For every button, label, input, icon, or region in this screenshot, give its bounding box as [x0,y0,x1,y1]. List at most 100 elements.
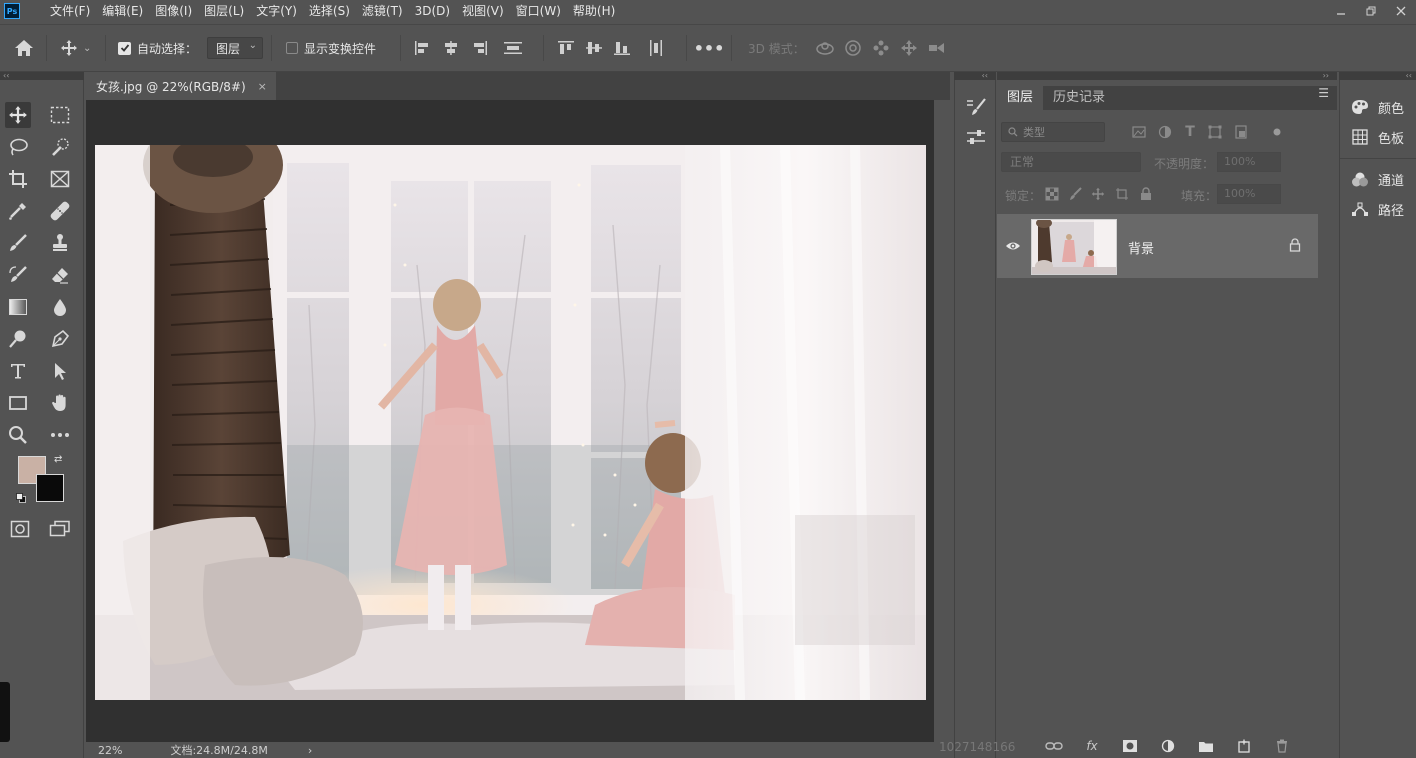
gradient-tool-icon[interactable] [5,294,31,320]
3d-slide-icon[interactable] [895,34,923,62]
close-tab-icon[interactable]: × [258,80,267,93]
align-bottom-icon[interactable] [608,34,636,62]
align-horizontal-center-icon[interactable] [437,34,465,62]
lock-all-icon[interactable] [1137,185,1155,203]
panel-color[interactable]: 颜色 [1350,94,1404,120]
align-right-icon[interactable] [465,34,493,62]
layers-collapse-strip[interactable]: ›› [997,72,1337,80]
screen-mode-icon[interactable] [47,516,73,542]
eyedropper-tool-icon[interactable] [5,198,31,224]
menu-filter[interactable]: 滤镜(T) [356,0,409,22]
frame-tool-icon[interactable] [47,166,73,192]
menu-type[interactable]: 文字(Y) [250,0,303,22]
panel-paths[interactable]: 路径 [1350,196,1404,222]
align-top-icon[interactable] [552,34,580,62]
menu-window[interactable]: 窗口(W) [510,0,567,22]
layer-name[interactable]: 背景 [1128,238,1154,257]
more-options-icon[interactable]: ••• [694,34,725,62]
minimize-icon[interactable] [1326,0,1356,22]
tab-layers[interactable]: 图层 [997,86,1044,110]
show-transform-controls-checkbox[interactable] [286,42,299,54]
background-color-swatch[interactable] [36,474,64,502]
panel-collapse-strip[interactable]: ‹‹ [954,72,996,80]
panel-channels[interactable]: 通道 [1350,166,1404,192]
right-panels-collapse-strip[interactable]: ‹‹ [1339,72,1416,80]
lock-image-pixels-icon[interactable] [1067,185,1085,203]
marquee-tool-icon[interactable] [47,102,73,128]
zoom-tool-icon[interactable] [5,422,31,448]
link-layers-icon[interactable] [1035,736,1073,756]
chevron-down-icon[interactable]: ⌄ [83,43,97,54]
new-layer-icon[interactable] [1225,736,1263,756]
add-layer-style-icon[interactable]: fx [1073,736,1111,756]
lasso-tool-icon[interactable] [5,134,31,160]
menu-image[interactable]: 图像(I) [149,0,198,22]
pixel-layer-filter-icon[interactable] [1131,124,1147,140]
blend-mode-dropdown[interactable]: 正常 [1001,152,1141,172]
new-group-folder-icon[interactable] [1187,736,1225,756]
menu-3d[interactable]: 3D(D) [409,0,456,22]
filter-toggle-icon[interactable] [1269,124,1285,140]
layer-thumbnail[interactable] [1031,219,1117,275]
adjustment-layer-filter-icon[interactable] [1157,124,1173,140]
path-selection-tool-icon[interactable] [47,358,73,384]
history-brush-tool-icon[interactable] [5,262,31,288]
layer-filter-dropdown[interactable]: 类型 [1001,122,1105,142]
auto-select-target-dropdown[interactable]: 图层 ⌄ [207,37,264,59]
smart-object-filter-icon[interactable] [1233,124,1249,140]
delete-layer-icon[interactable] [1263,736,1301,756]
clone-stamp-tool-icon[interactable] [47,230,73,256]
type-tool-icon[interactable] [5,358,31,384]
3d-orbit-icon[interactable] [811,34,839,62]
distribute-vertical-icon[interactable] [499,34,527,62]
add-mask-icon[interactable] [1111,736,1149,756]
menu-edit[interactable]: 编辑(E) [96,0,149,22]
canvas-area[interactable] [86,100,934,742]
visibility-eye-icon[interactable] [1005,238,1021,254]
lock-artboard-icon[interactable] [1113,185,1131,203]
crop-tool-icon[interactable] [5,166,31,192]
home-icon[interactable] [10,34,38,62]
quick-mask-icon[interactable] [7,516,33,542]
distribute-horizontal-icon[interactable] [642,34,670,62]
layer-row[interactable]: 背景 [997,214,1318,278]
hand-tool-icon[interactable] [47,390,73,416]
default-colors-icon[interactable] [16,492,26,503]
3d-roll-icon[interactable] [839,34,867,62]
eraser-tool-icon[interactable] [47,262,73,288]
auto-select-checkbox[interactable] [118,41,131,55]
new-adjustment-layer-icon[interactable] [1149,736,1187,756]
3d-pan-icon[interactable] [867,34,895,62]
tab-history[interactable]: 历史记录 [1043,86,1115,110]
menu-layer[interactable]: 图层(L) [198,0,250,22]
restore-icon[interactable] [1356,0,1386,22]
dodge-tool-icon[interactable] [5,326,31,352]
fill-input[interactable]: 100% [1217,184,1281,204]
menu-file[interactable]: 文件(F) [44,0,96,22]
document-canvas-image[interactable] [95,145,926,700]
blur-tool-icon[interactable] [47,294,73,320]
opacity-input[interactable]: 100% [1217,152,1281,172]
brush-tool-icon[interactable] [5,230,31,256]
align-left-icon[interactable] [409,34,437,62]
swap-colors-icon[interactable]: ⇄ [54,454,62,465]
toolbar-collapse-strip[interactable]: ‹‹ [0,72,84,80]
panel-menu-icon[interactable]: ☰ [1318,86,1329,100]
lock-position-icon[interactable] [1089,185,1107,203]
panel-swatches[interactable]: 色板 [1350,124,1404,150]
document-tab[interactable]: 女孩.jpg @ 22%(RGB/8#) × [86,72,276,100]
align-vertical-center-icon[interactable] [580,34,608,62]
more-tools-icon[interactable] [47,422,73,448]
menu-select[interactable]: 选择(S) [303,0,356,22]
shape-layer-filter-icon[interactable] [1207,124,1223,140]
lock-transparent-pixels-icon[interactable] [1043,185,1061,203]
3d-scale-icon[interactable] [923,34,951,62]
rectangle-tool-icon[interactable] [5,390,31,416]
healing-brush-tool-icon[interactable] [47,198,73,224]
quick-selection-tool-icon[interactable] [47,134,73,160]
zoom-level[interactable]: 22% [98,744,122,757]
move-tool-preset-icon[interactable] [55,34,83,62]
pen-tool-icon[interactable] [47,326,73,352]
close-icon[interactable] [1386,0,1416,22]
status-menu-arrow[interactable]: › [308,744,312,757]
